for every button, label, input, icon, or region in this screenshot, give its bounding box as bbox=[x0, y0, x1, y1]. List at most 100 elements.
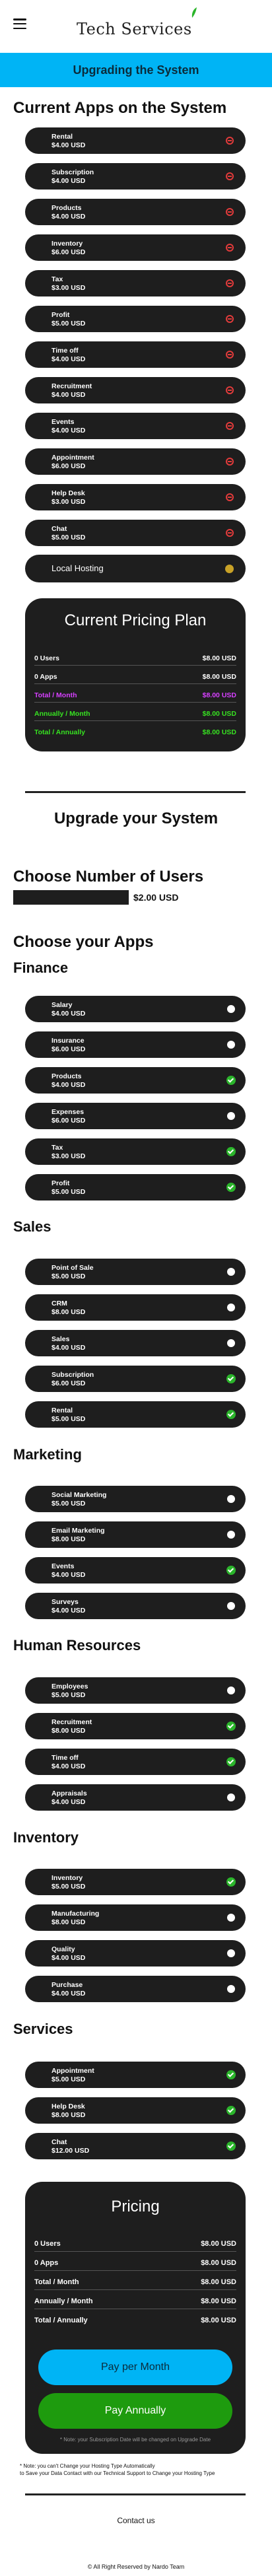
hamburger-menu-icon[interactable] bbox=[13, 18, 26, 29]
check-icon[interactable] bbox=[226, 1722, 236, 1731]
app-name: Inventory bbox=[51, 240, 83, 248]
app-price: $5.00 USD bbox=[51, 1883, 86, 1891]
pricing-row-label: Total / Annually bbox=[34, 2316, 88, 2324]
app-option[interactable]: Appraisals $4.00 USD bbox=[25, 1784, 246, 1811]
pricing-row-value: $8.00 USD bbox=[202, 673, 236, 681]
app-option[interactable]: Salary $4.00 USD bbox=[25, 996, 246, 1022]
pay-annually-button[interactable]: Pay Annually bbox=[38, 2393, 232, 2429]
pricing-row: Total / Month $8.00 USD bbox=[34, 689, 236, 703]
remove-icon[interactable] bbox=[226, 315, 234, 323]
radio-icon[interactable] bbox=[227, 1949, 235, 1957]
remove-icon[interactable] bbox=[226, 422, 234, 430]
app-name: Help Desk bbox=[51, 2103, 85, 2110]
section-divider bbox=[25, 791, 246, 793]
app-option[interactable]: Inventory $5.00 USD bbox=[25, 1869, 246, 1895]
check-icon[interactable] bbox=[226, 1757, 236, 1766]
pay-per-month-button[interactable]: Pay per Month bbox=[38, 2350, 232, 2385]
app-option[interactable]: Social Marketing $5.00 USD bbox=[25, 1486, 246, 1512]
remove-icon[interactable] bbox=[226, 529, 234, 537]
app-option[interactable]: Tax $3.00 USD bbox=[25, 1138, 246, 1165]
app-price: $5.00 USD bbox=[51, 2075, 86, 2083]
radio-icon[interactable] bbox=[227, 1687, 235, 1694]
app-option[interactable]: Recruitment $8.00 USD bbox=[25, 1713, 246, 1739]
pricing-row-label: Annually / Month bbox=[34, 710, 90, 718]
check-icon[interactable] bbox=[226, 1374, 236, 1383]
check-icon[interactable] bbox=[226, 1147, 236, 1156]
app-name: Recruitment bbox=[51, 1718, 92, 1726]
app-price: $5.00 USD bbox=[51, 534, 86, 541]
pricing-row: Annually / Month $8.00 USD bbox=[34, 2295, 236, 2309]
app-option[interactable]: Subscription $6.00 USD bbox=[25, 1366, 246, 1392]
radio-icon[interactable] bbox=[227, 1531, 235, 1539]
app-option[interactable]: Time off $4.00 USD bbox=[25, 1749, 246, 1775]
pricing-title: Pricing bbox=[111, 2198, 160, 2215]
check-icon[interactable] bbox=[226, 2141, 236, 2151]
app-price: $4.00 USD bbox=[51, 1607, 86, 1615]
pricing-row-value: $8.00 USD bbox=[202, 728, 236, 736]
check-icon[interactable] bbox=[226, 1183, 236, 1192]
app-option[interactable]: Quality $4.00 USD bbox=[25, 1940, 246, 1967]
app-option[interactable]: Insurance $6.00 USD bbox=[25, 1031, 246, 1058]
app-option[interactable]: Manufacturing $8.00 USD bbox=[25, 1904, 246, 1931]
pricing-card: Pricing 0 Users $8.00 USD 0 Apps $8.00 U… bbox=[25, 2182, 246, 2454]
app-name: Tax bbox=[51, 275, 63, 283]
remove-icon[interactable] bbox=[226, 386, 234, 394]
app-price: $8.00 USD bbox=[51, 1308, 86, 1316]
radio-icon[interactable] bbox=[227, 1041, 235, 1049]
remove-icon[interactable] bbox=[226, 172, 234, 180]
contact-us-link[interactable]: Contact us bbox=[0, 2516, 272, 2525]
app-price: $4.00 USD bbox=[51, 213, 86, 221]
radio-icon[interactable] bbox=[227, 1005, 235, 1013]
app-option[interactable]: Employees $5.00 USD bbox=[25, 1677, 246, 1704]
remove-icon[interactable] bbox=[226, 208, 234, 216]
app-option[interactable]: Purchase $4.00 USD bbox=[25, 1976, 246, 2002]
app-option[interactable]: Sales $4.00 USD bbox=[25, 1330, 246, 1356]
logo[interactable]: Tech Services bbox=[77, 7, 197, 37]
app-price: $4.00 USD bbox=[51, 391, 86, 399]
radio-icon[interactable] bbox=[227, 1793, 235, 1801]
app-option[interactable]: Appointment $5.00 USD bbox=[25, 2062, 246, 2088]
users-input[interactable] bbox=[13, 890, 129, 905]
remove-icon[interactable] bbox=[226, 244, 234, 252]
app-price: $5.00 USD bbox=[51, 1415, 86, 1423]
remove-icon[interactable] bbox=[226, 137, 234, 145]
check-icon[interactable] bbox=[226, 1410, 236, 1419]
radio-icon[interactable] bbox=[227, 1339, 235, 1347]
remove-icon[interactable] bbox=[226, 458, 234, 466]
app-option[interactable]: Help Desk $8.00 USD bbox=[25, 2097, 246, 2124]
radio-icon[interactable] bbox=[227, 1268, 235, 1276]
app-option[interactable]: Rental $5.00 USD bbox=[25, 1401, 246, 1428]
app-option[interactable]: Chat $12.00 USD bbox=[25, 2133, 246, 2159]
app-option[interactable]: Email Marketing $8.00 USD bbox=[25, 1521, 246, 1548]
upgrade-banner: Upgrading the System bbox=[0, 53, 272, 87]
local-hosting-label: Local Hosting bbox=[51, 563, 104, 573]
toggle-dot-icon[interactable] bbox=[225, 565, 234, 573]
check-icon[interactable] bbox=[226, 1566, 236, 1575]
radio-icon[interactable] bbox=[227, 1112, 235, 1120]
local-hosting-toggle[interactable]: Local Hosting bbox=[25, 555, 246, 582]
app-option[interactable]: Surveys $4.00 USD bbox=[25, 1593, 246, 1619]
app-price: $6.00 USD bbox=[51, 248, 86, 256]
radio-icon[interactable] bbox=[227, 1602, 235, 1610]
remove-icon[interactable] bbox=[226, 279, 234, 287]
app-option[interactable]: CRM $8.00 USD bbox=[25, 1294, 246, 1321]
remove-icon[interactable] bbox=[226, 351, 234, 359]
radio-icon[interactable] bbox=[227, 1304, 235, 1311]
top-bar: Tech Services bbox=[0, 0, 272, 50]
pricing-row-label: Total / Annually bbox=[34, 728, 86, 736]
check-icon[interactable] bbox=[226, 2070, 236, 2079]
app-name: Salary bbox=[51, 1001, 73, 1009]
check-icon[interactable] bbox=[226, 1877, 236, 1887]
radio-icon[interactable] bbox=[227, 1985, 235, 1993]
app-option[interactable]: Products $4.00 USD bbox=[25, 1067, 246, 1094]
radio-icon[interactable] bbox=[227, 1495, 235, 1503]
app-option[interactable]: Profit $5.00 USD bbox=[25, 1174, 246, 1201]
app-option[interactable]: Events $4.00 USD bbox=[25, 1557, 246, 1584]
app-option[interactable]: Expenses $6.00 USD bbox=[25, 1103, 246, 1129]
current-app-item: Subscription $4.00 USD bbox=[25, 163, 246, 190]
check-icon[interactable] bbox=[226, 2106, 236, 2115]
app-option[interactable]: Point of Sale $5.00 USD bbox=[25, 1259, 246, 1285]
check-icon[interactable] bbox=[226, 1076, 236, 1085]
remove-icon[interactable] bbox=[226, 493, 234, 501]
radio-icon[interactable] bbox=[227, 1914, 235, 1922]
